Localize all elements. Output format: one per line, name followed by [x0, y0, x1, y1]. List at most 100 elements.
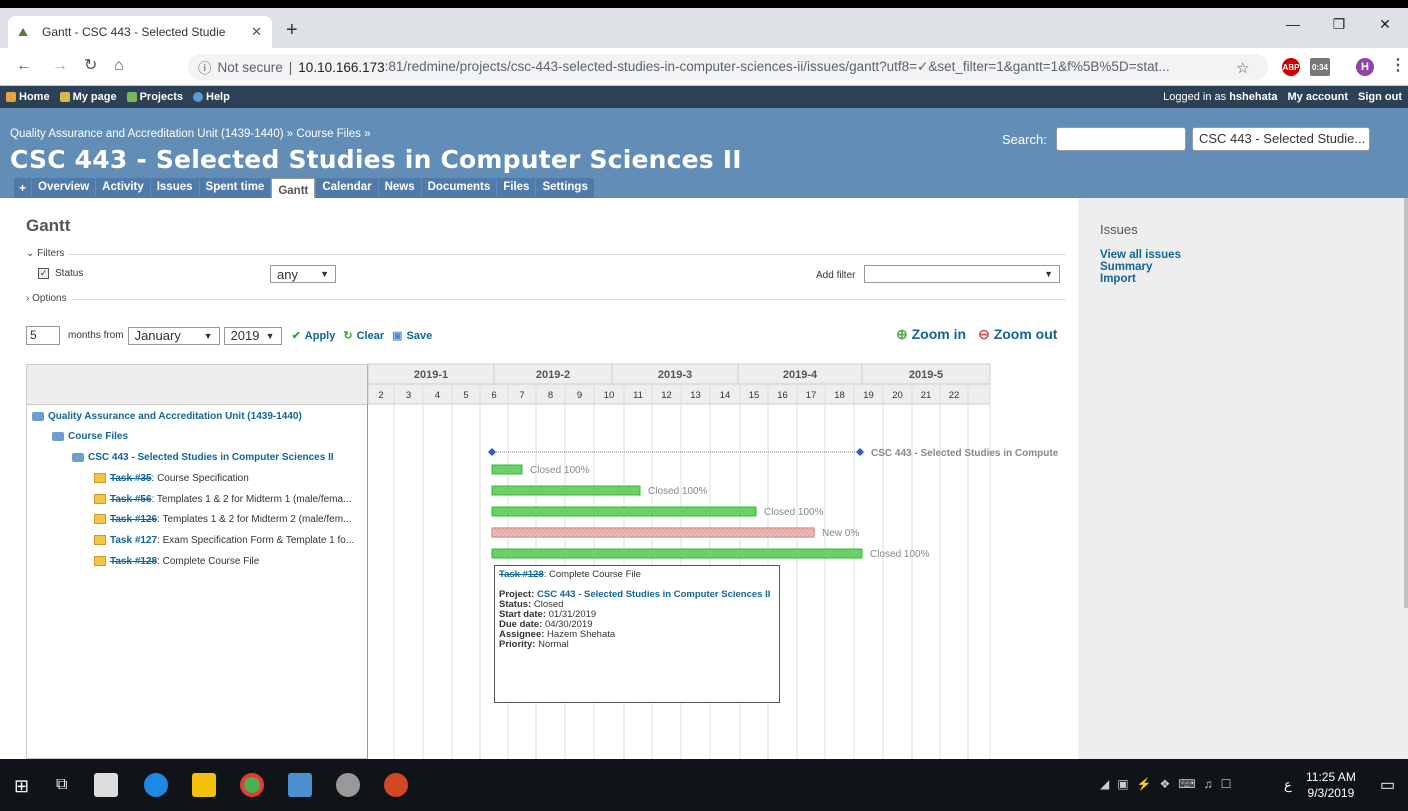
gantt-controls: 5 months from January ▼ 2019 ▼ ✔ Apply ↻ Cle…	[26, 326, 432, 345]
gantt-subject-project-1[interactable]: Course Files	[52, 431, 128, 442]
tab-calendar[interactable]: Calendar	[316, 178, 378, 198]
task-view-icon[interactable]: ⧉	[56, 776, 67, 794]
tooltip-project-link[interactable]: CSC 443 - Selected Studies in Computer S…	[537, 589, 770, 600]
project-jump-select[interactable]: CSC 443 - Selected Studie...⌄	[1192, 127, 1370, 151]
gantt-subjects-header	[27, 365, 367, 405]
filters-legend[interactable]: ⌄ Filters	[26, 248, 69, 259]
zoom-in-button[interactable]: ⊕ Zoom in	[896, 326, 966, 343]
gantt-bar-label: Closed 100%	[764, 507, 824, 518]
gantt-bar-label: Closed 100%	[530, 465, 590, 476]
outlook-app-icon[interactable]	[288, 773, 312, 797]
taskbar-clock[interactable]: 11:25 AM 9/3/2019	[1306, 769, 1356, 801]
apply-button[interactable]: ✔ Apply	[292, 329, 336, 343]
tab-spent-time[interactable]: Spent time	[199, 178, 271, 198]
home-icon[interactable]: ⌂	[114, 58, 124, 74]
main-menu: + Overview Activity Issues Spent time Ga…	[0, 178, 1408, 200]
restore-icon[interactable]: ❐	[1316, 8, 1362, 40]
browser-menu-icon[interactable]: ⋮	[1390, 58, 1406, 74]
zoom-out-button[interactable]: ⊖ Zoom out	[978, 326, 1057, 343]
minimize-icon[interactable]: —	[1270, 8, 1316, 40]
system-tray-icons[interactable]: ◢▣⚡❖⌨♫☐	[1100, 777, 1239, 791]
tab-settings[interactable]: Settings	[536, 178, 594, 198]
clear-button[interactable]: ↻ Clear	[343, 329, 384, 343]
top-menu-home[interactable]: Home	[6, 91, 50, 103]
sidebar-heading: Issues	[1100, 222, 1138, 237]
tab-files[interactable]: Files	[497, 178, 536, 198]
tab-issues[interactable]: Issues	[150, 178, 199, 198]
gantt-subject-issue-35[interactable]: Task #35: Course Specification	[94, 473, 249, 484]
gantt-subject-issue-56[interactable]: Task #56: Templates 1 & 2 for Midterm 1 …	[94, 494, 351, 505]
input-language-indicator[interactable]: ع	[1284, 777, 1292, 793]
reload-icon[interactable]: ↻	[84, 58, 97, 74]
vpn-app-icon[interactable]	[336, 773, 360, 797]
chrome-app-icon[interactable]	[240, 773, 264, 797]
project-title: CSC 443 - Selected Studies in Computer S…	[10, 145, 742, 174]
import-link[interactable]: Import	[1100, 273, 1386, 285]
page-scrollbar[interactable]	[1404, 198, 1408, 608]
file-explorer-icon[interactable]	[192, 773, 216, 797]
top-menu-my-page[interactable]: My page	[59, 91, 117, 103]
tab-news[interactable]: News	[378, 178, 421, 198]
gantt-bar-label: New 0%	[822, 528, 859, 539]
calendar-app-icon[interactable]	[94, 773, 118, 797]
forward-icon[interactable]: →	[52, 58, 68, 74]
close-tab-icon[interactable]: ✕	[251, 24, 262, 40]
browser-tab[interactable]: ⛰ Gantt - CSC 443 - Selected Studie ✕	[8, 16, 272, 48]
url-bar[interactable]: ⓘ Not secure | 10.10.166.173 :81/redmine…	[188, 54, 1268, 80]
tooltip-ref[interactable]: Task #128	[499, 569, 544, 580]
windows-taskbar: ⊞ ⧉ ◢▣⚡❖⌨♫☐ ع 11:25 AM 9/3/2019 ▭	[0, 759, 1408, 811]
back-icon[interactable]: ←	[16, 58, 32, 74]
new-tab-button[interactable]: +	[286, 20, 298, 40]
notifications-icon[interactable]: ▭	[1380, 775, 1395, 795]
year-select[interactable]: 2019 ▼	[223, 326, 282, 345]
logged-user[interactable]: hshehata	[1229, 91, 1277, 103]
gantt-bar	[491, 506, 757, 517]
project-icon	[52, 431, 64, 441]
gantt-subject-project-0[interactable]: Quality Assurance and Accreditation Unit…	[32, 411, 302, 422]
add-filter-select[interactable]: ▼	[864, 265, 1060, 283]
summary-link[interactable]: Summary	[1100, 261, 1386, 273]
gantt-bar-label: Closed 100%	[870, 549, 930, 560]
status-operator-select[interactable]: any ▼	[270, 265, 336, 283]
gantt-week-label: 6	[491, 390, 496, 401]
project-header: Quality Assurance and Accreditation Unit…	[0, 108, 1408, 178]
extension-timer-icon[interactable]: 0:34	[1310, 58, 1330, 76]
profile-avatar[interactable]: H	[1356, 58, 1374, 76]
edge-app-icon[interactable]	[144, 773, 168, 797]
tab-gantt[interactable]: Gantt	[271, 178, 316, 200]
top-menu-help[interactable]: Help	[193, 91, 230, 103]
issue-icon	[94, 494, 106, 505]
sign-out-link[interactable]: Sign out	[1358, 91, 1402, 103]
gantt-subject-project-2[interactable]: CSC 443 - Selected Studies in Computer S…	[72, 452, 334, 463]
tab-activity[interactable]: Activity	[96, 178, 150, 198]
gantt-week-label: 9	[577, 390, 582, 401]
top-menu-projects[interactable]: Projects	[126, 91, 183, 103]
gantt-week-label: 21	[921, 390, 932, 401]
powerpoint-app-icon[interactable]	[384, 773, 408, 797]
close-window-icon[interactable]: ✕	[1362, 8, 1408, 40]
month-select[interactable]: January ▼	[127, 326, 220, 345]
status-checkbox[interactable]: ✓	[38, 268, 49, 279]
version-start-diamond-icon	[488, 448, 496, 456]
adblock-icon[interactable]: ABP	[1282, 58, 1300, 76]
new-object-button[interactable]: +	[14, 178, 32, 198]
windows-start-icon[interactable]: ⊞	[14, 776, 29, 797]
options-fieldset	[26, 299, 1066, 301]
search-input[interactable]	[1056, 127, 1186, 151]
chevron-down-icon: ⌄	[1352, 146, 1363, 150]
tab-documents[interactable]: Documents	[421, 178, 497, 198]
options-legend[interactable]: › Options	[26, 293, 71, 304]
gantt-bar	[491, 548, 863, 559]
view-all-issues-link[interactable]: View all issues	[1100, 249, 1386, 261]
breadcrumb[interactable]: Quality Assurance and Accreditation Unit…	[10, 128, 371, 140]
my-account-link[interactable]: My account	[1287, 91, 1348, 103]
tab-overview[interactable]: Overview	[32, 178, 96, 198]
gantt-subject-issue-127[interactable]: Task #127: Exam Specification Form & Tem…	[94, 535, 354, 546]
bookmark-star-icon[interactable]: ☆	[1236, 59, 1249, 77]
months-input[interactable]: 5	[26, 326, 60, 345]
gantt-subject-issue-126[interactable]: Task #126: Templates 1 & 2 for Midterm 2…	[94, 514, 351, 525]
info-icon[interactable]: ⓘ	[198, 57, 212, 77]
issue-tooltip: Task #128: Complete Course File Project:…	[494, 565, 780, 703]
gantt-subject-issue-128[interactable]: Task #128: Complete Course File	[94, 556, 259, 567]
save-button[interactable]: ▣ Save	[392, 329, 432, 343]
